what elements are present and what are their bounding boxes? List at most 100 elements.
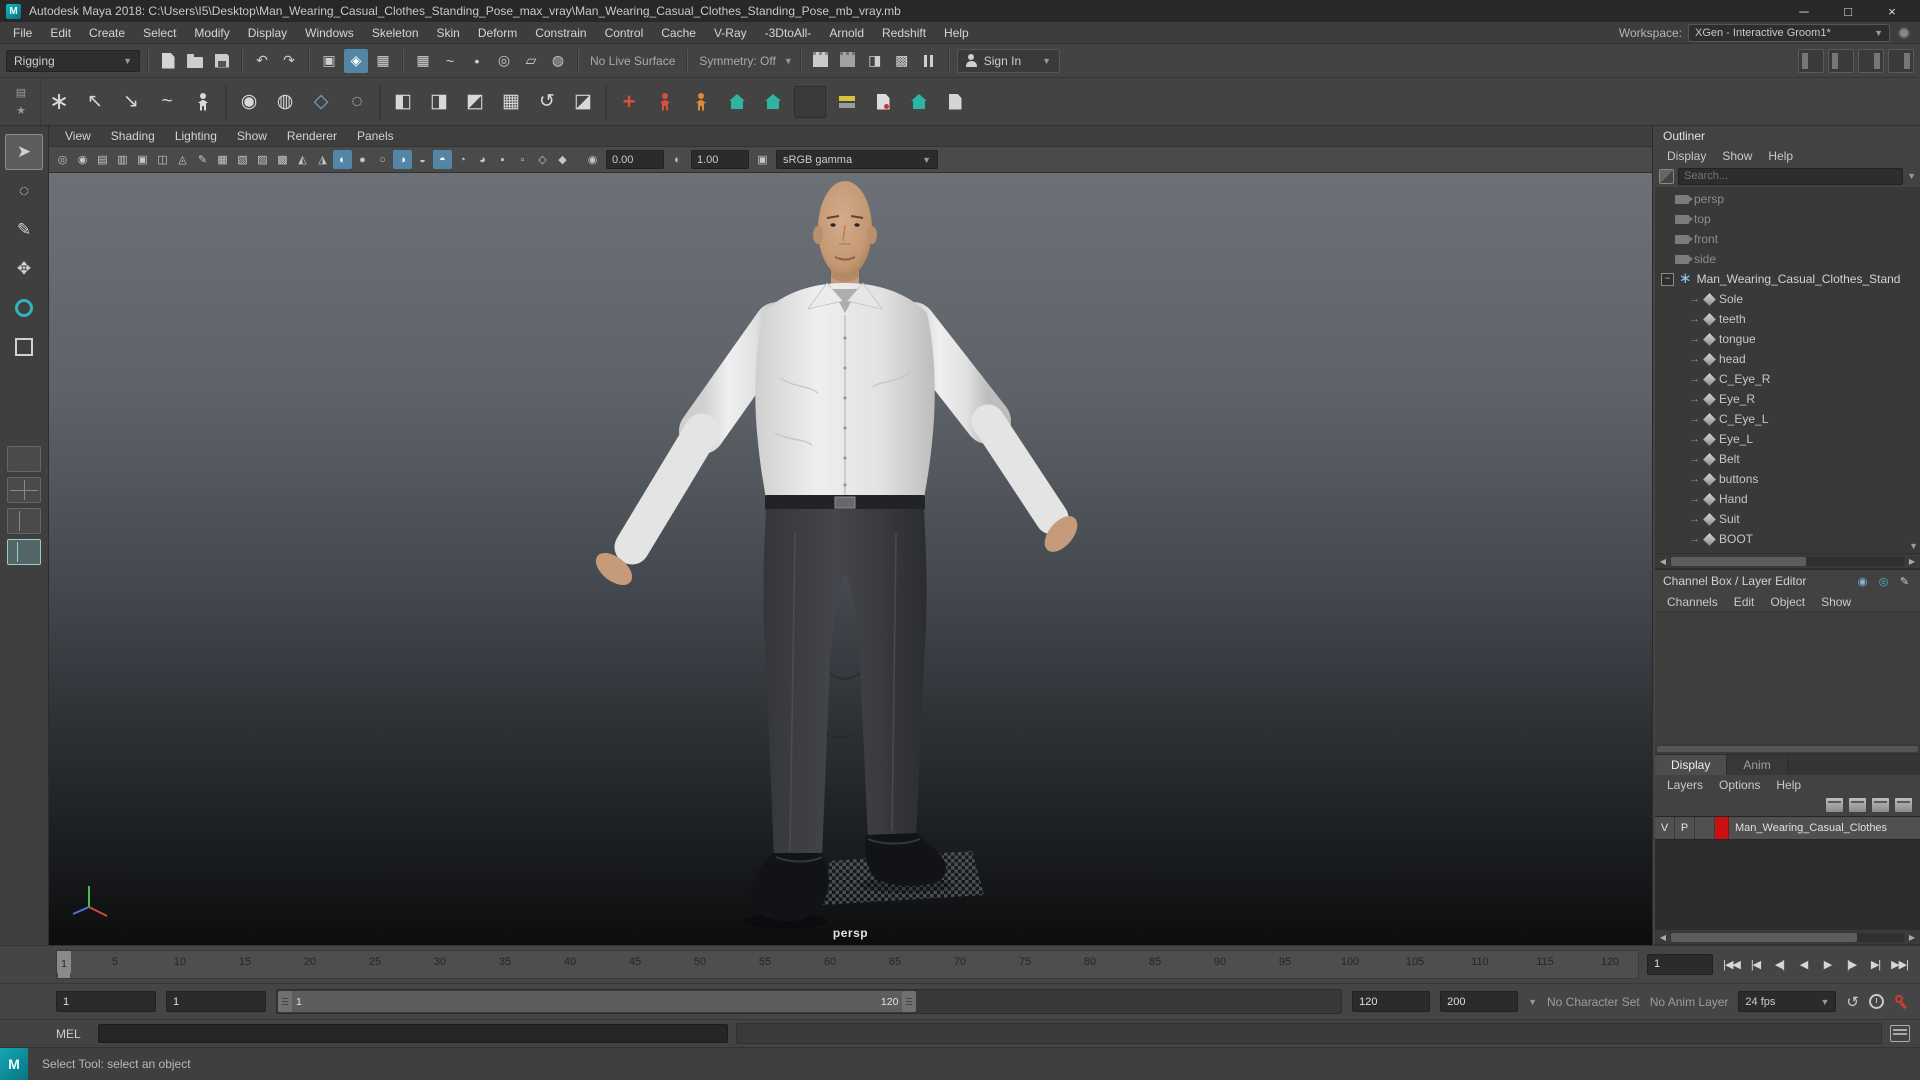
exposure-field[interactable]: 0.00 <box>606 150 664 169</box>
menu-vray[interactable]: V-Ray <box>705 22 756 44</box>
xgen-groom-tools-icon[interactable] <box>755 84 791 120</box>
menu-create[interactable]: Create <box>80 22 134 44</box>
chevron-down-icon[interactable]: ▼ <box>1907 171 1916 181</box>
default-material-icon[interactable]: ● <box>353 150 372 169</box>
separator[interactable] <box>145 49 151 73</box>
render-current-frame-icon[interactable] <box>809 49 833 73</box>
workspace-gear-icon[interactable] <box>1896 25 1912 41</box>
redo-icon[interactable]: ↷ <box>277 49 301 73</box>
outliner-horizontal-scrollbar[interactable]: ◀ ▶ <box>1655 553 1920 569</box>
outliner-tree[interactable]: persp top front side − ∗ Man_Wearing_Cas… <box>1655 187 1920 553</box>
outliner-item-belt[interactable]: →Belt <box>1655 449 1920 469</box>
remove-influence-icon[interactable] <box>647 84 683 120</box>
lock-camera-icon[interactable]: ◉ <box>73 150 92 169</box>
range-slider-bar[interactable]: 1 120 <box>278 991 916 1012</box>
outliner-item-top[interactable]: top <box>1655 209 1920 229</box>
outliner-item-front[interactable]: front <box>1655 229 1920 249</box>
outliner-item-hand[interactable]: →Hand <box>1655 489 1920 509</box>
script-editor-icon[interactable] <box>1890 1025 1910 1042</box>
outliner-item-suit[interactable]: →Suit <box>1655 509 1920 529</box>
textured-display-icon[interactable]: ◑ <box>393 150 412 169</box>
wrap-deformer-icon[interactable]: ◌ <box>339 84 375 120</box>
outliner-menu-display[interactable]: Display <box>1659 149 1714 163</box>
cb-menu-edit[interactable]: Edit <box>1726 595 1763 609</box>
symmetry-selector[interactable]: Symmetry: Off ▼ <box>695 54 792 68</box>
menu-3dtoall[interactable]: -3DtoAll- <box>756 22 821 44</box>
le-menu-options[interactable]: Options <box>1711 778 1768 792</box>
2d-pan-zoom-icon[interactable]: ◫ <box>153 150 172 169</box>
outliner-item-c-eye-r[interactable]: →C_Eye_R <box>1655 369 1920 389</box>
outliner-item-sole[interactable]: →Sole <box>1655 289 1920 309</box>
move-layer-up-icon[interactable] <box>1826 798 1843 812</box>
separator[interactable] <box>684 49 690 73</box>
panel-menu-shading[interactable]: Shading <box>101 126 165 146</box>
image-plane-icon[interactable]: ▣ <box>133 150 152 169</box>
move-tool[interactable]: ✥ <box>5 251 43 287</box>
cb-menu-object[interactable]: Object <box>1762 595 1813 609</box>
menu-display[interactable]: Display <box>239 22 296 44</box>
scroll-down-arrow-icon[interactable]: ▼ <box>1909 541 1918 551</box>
menu-help[interactable]: Help <box>935 22 978 44</box>
layer-visibility-toggle[interactable]: V <box>1655 817 1675 839</box>
menu-skin[interactable]: Skin <box>428 22 469 44</box>
select-component-icon[interactable]: ▦ <box>371 49 395 73</box>
layer-display-type-toggle[interactable] <box>1695 817 1715 839</box>
menu-modify[interactable]: Modify <box>185 22 238 44</box>
outliner-filter-icon[interactable] <box>1659 169 1674 184</box>
pause-icon[interactable] <box>917 49 941 73</box>
depth-of-field-icon[interactable]: ▫ <box>513 150 532 169</box>
motion-blur-icon[interactable]: ◕ <box>473 150 492 169</box>
gamma-field[interactable]: 1.00 <box>691 150 749 169</box>
le-menu-help[interactable]: Help <box>1768 778 1809 792</box>
insert-joint-icon[interactable]: ~ <box>149 84 185 120</box>
separator[interactable] <box>400 49 406 73</box>
make-live-icon[interactable]: ◍ <box>546 49 570 73</box>
separator[interactable] <box>306 49 312 73</box>
playback-speed-icon[interactable] <box>1869 994 1884 1009</box>
scroll-left-icon[interactable]: ◀ <box>1657 933 1669 942</box>
collapse-expander-icon[interactable]: − <box>1661 273 1674 286</box>
xgen-create-groom-icon[interactable] <box>719 84 755 120</box>
outliner-item-eye-r[interactable]: →Eye_R <box>1655 389 1920 409</box>
layer-name[interactable]: Man_Wearing_Casual_Clothes <box>1729 817 1920 839</box>
layout-two-pane-button[interactable] <box>7 508 41 534</box>
separator[interactable] <box>798 49 804 73</box>
close-button[interactable]: × <box>1870 0 1914 22</box>
new-empty-layer-icon[interactable] <box>1872 798 1889 812</box>
layer-playback-toggle[interactable]: P <box>1675 817 1695 839</box>
sign-in-button[interactable]: Sign In ▼ <box>957 49 1060 73</box>
menu-set-selector[interactable]: Rigging ▼ <box>6 50 140 72</box>
render-settings-icon[interactable]: ◨ <box>863 49 887 73</box>
tab-anim-layers[interactable]: Anim <box>1727 755 1787 775</box>
step-back-key-button[interactable]: ◀| <box>1769 954 1790 975</box>
wireframe-on-shaded-icon[interactable]: ◐ <box>333 150 352 169</box>
outliner-item-side[interactable]: side <box>1655 249 1920 269</box>
current-time-field[interactable]: 1 <box>1647 954 1713 975</box>
outliner-item-boot[interactable]: →BOOT <box>1655 529 1920 549</box>
lasso-tool[interactable]: ◌ <box>5 173 43 209</box>
shelf-menu-icon[interactable]: ▤ <box>14 86 28 100</box>
save-scene-icon[interactable] <box>210 49 234 73</box>
loop-playback-icon[interactable]: ↺ <box>1846 993 1859 1011</box>
snap-view-plane-icon[interactable]: ▱ <box>519 49 543 73</box>
move-layer-down-icon[interactable] <box>1849 798 1866 812</box>
bind-skin-icon[interactable]: ◧ <box>385 84 421 120</box>
use-all-lights-icon[interactable]: ◒ <box>413 150 432 169</box>
gate-mask-icon[interactable]: ▩ <box>273 150 292 169</box>
toggle-tool-settings-icon[interactable] <box>1858 49 1884 73</box>
annotate-icon[interactable] <box>865 84 901 120</box>
lattice-icon[interactable]: ◇ <box>303 84 339 120</box>
animation-start-field[interactable]: 1 <box>56 991 156 1012</box>
range-start-handle[interactable] <box>278 991 292 1012</box>
resolution-gate-icon[interactable]: ▨ <box>253 150 272 169</box>
time-slider-strip[interactable]: 1 5 10 15 20 25 30 35 40 45 50 55 60 65 … <box>56 950 1639 979</box>
range-slider-track[interactable]: 1 120 <box>276 989 1342 1014</box>
panel-menu-panels[interactable]: Panels <box>347 126 404 146</box>
maximize-button[interactable]: □ <box>1826 0 1870 22</box>
grease-pencil-icon[interactable]: ✎ <box>193 150 212 169</box>
exposure-icon[interactable]: ◉ <box>583 150 602 169</box>
menu-arnold[interactable]: Arnold <box>820 22 873 44</box>
layer-editor-scrollbar[interactable]: ◀ ▶ <box>1655 929 1920 945</box>
toggle-toolbox-icon[interactable] <box>1798 49 1824 73</box>
viewport-canvas[interactable]: persp <box>49 173 1652 945</box>
